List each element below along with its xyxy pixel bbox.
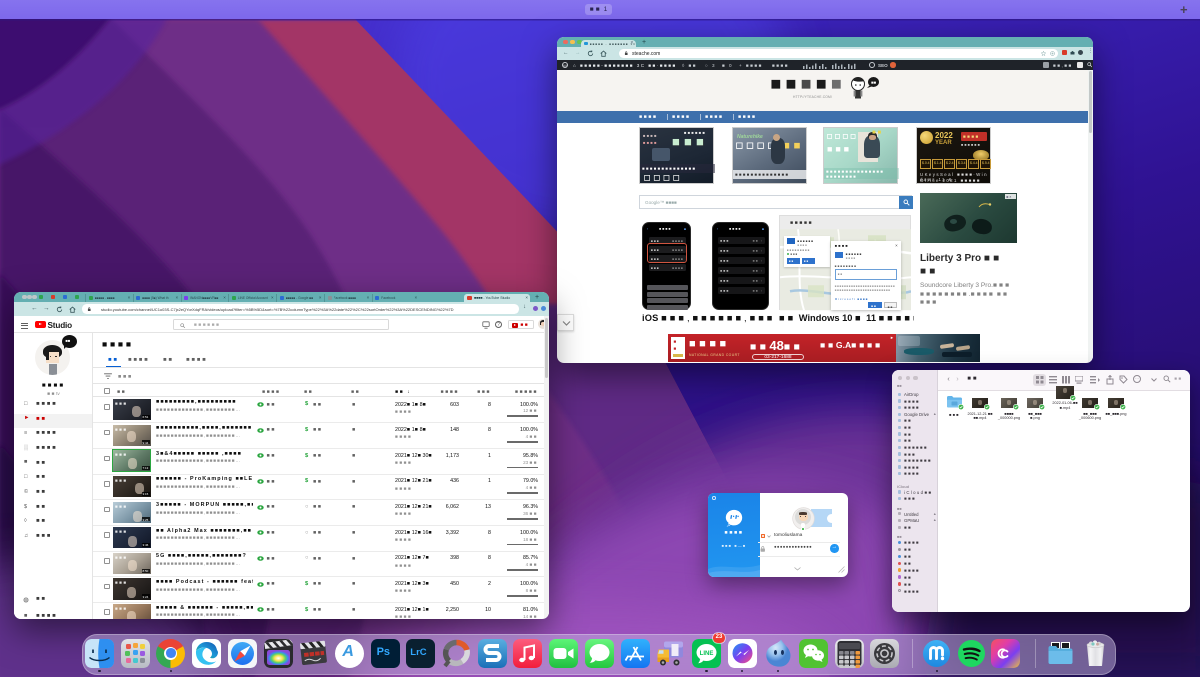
svg-text:■■: ■■ xyxy=(871,80,877,85)
svg-text:LINE: LINE xyxy=(700,651,714,657)
